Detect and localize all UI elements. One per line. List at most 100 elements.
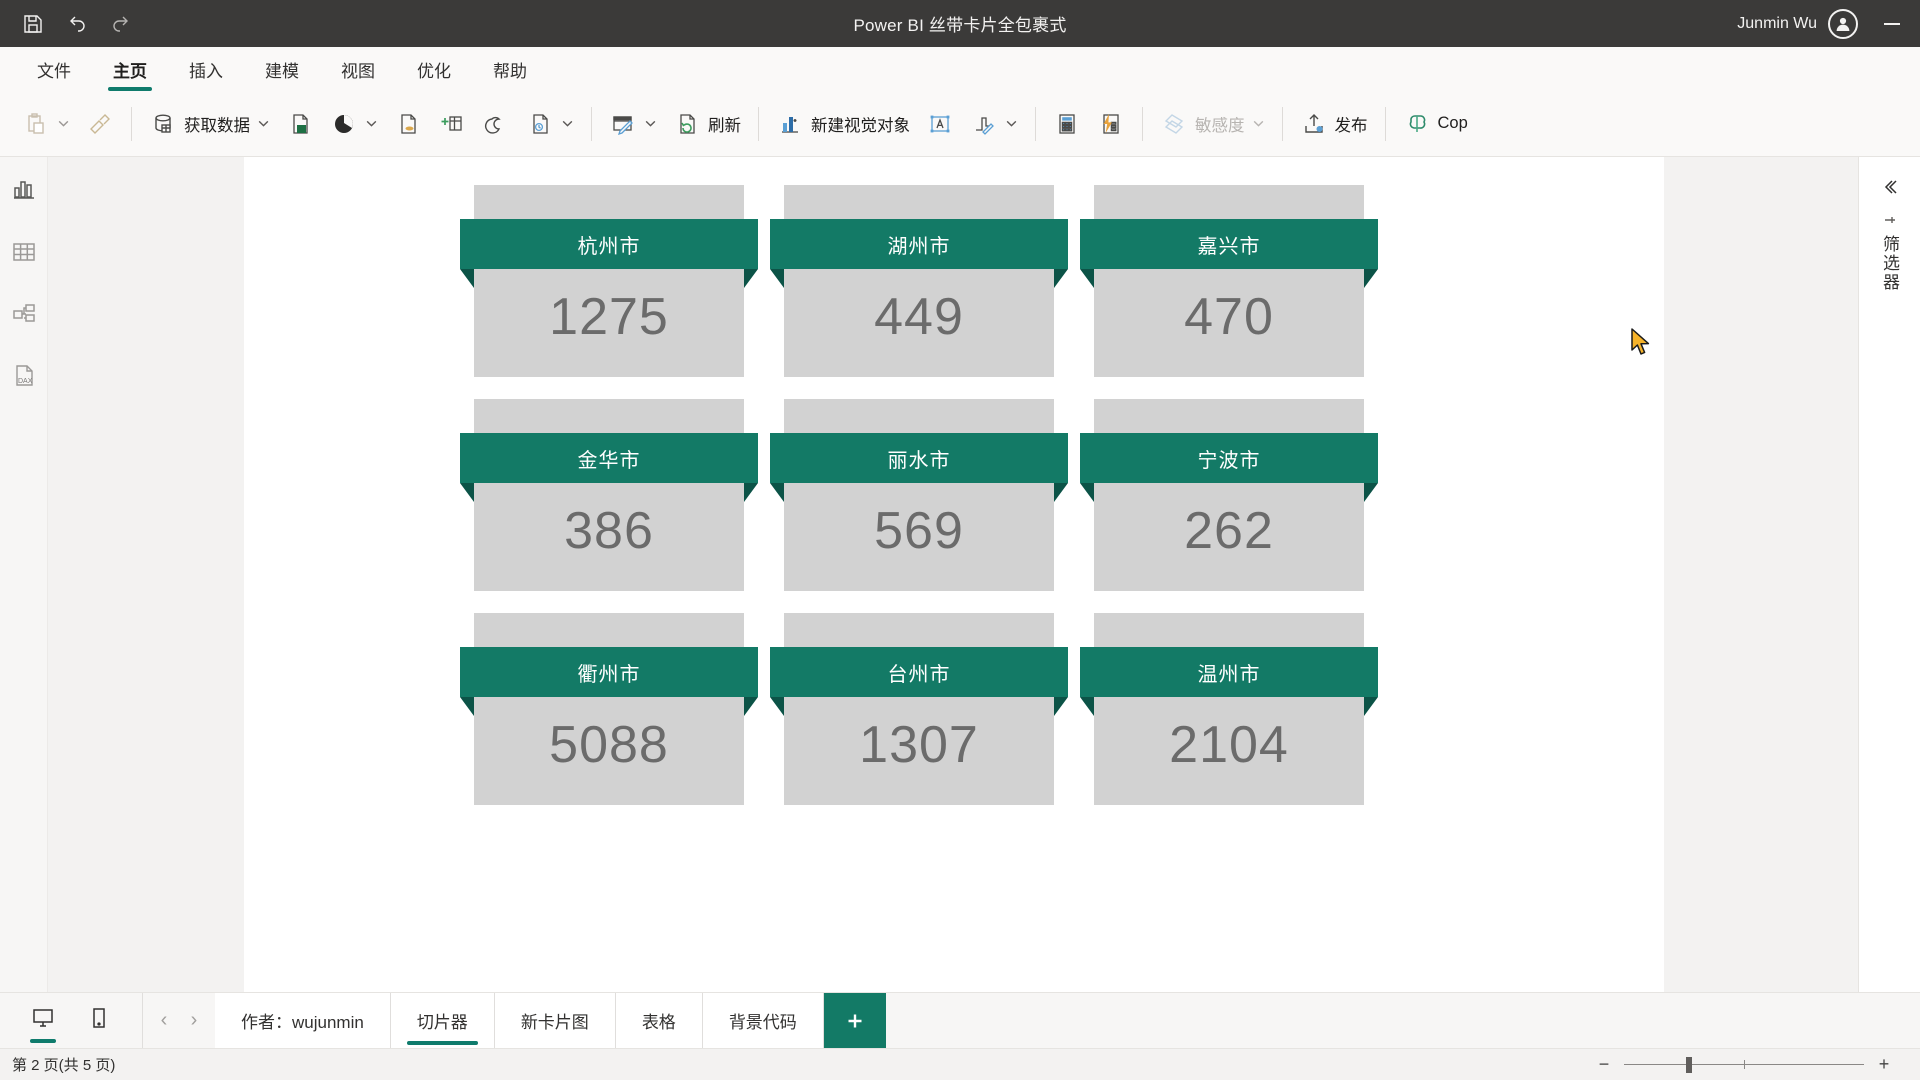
chevron-down-icon[interactable] bbox=[1252, 117, 1265, 130]
format-painter-icon bbox=[86, 110, 114, 138]
chevron-down-icon[interactable] bbox=[57, 117, 70, 130]
ribbon-card[interactable]: 湖州市 449 bbox=[770, 185, 1068, 377]
card-ribbon-banner: 温州市 bbox=[1080, 647, 1378, 697]
user-account[interactable]: Junmin Wu bbox=[1737, 8, 1864, 39]
new-measure-button[interactable] bbox=[1045, 100, 1089, 148]
sidebar-item-table-view[interactable] bbox=[7, 237, 41, 271]
chevron-down-icon[interactable] bbox=[1005, 117, 1018, 130]
ribbon-card[interactable]: 温州市 2104 bbox=[1080, 613, 1378, 805]
toolbar-divider bbox=[591, 106, 592, 141]
sql-server-button[interactable] bbox=[386, 100, 430, 148]
new-visual-label: 新建视觉对象 bbox=[811, 116, 910, 135]
ribbon-fold-right bbox=[1054, 483, 1068, 502]
previous-page-button[interactable]: ‹ bbox=[151, 1001, 177, 1041]
transform-data-icon bbox=[609, 110, 637, 138]
pin-icon[interactable] bbox=[1883, 215, 1897, 225]
enter-data-button[interactable] bbox=[430, 100, 474, 148]
zoom-slider-thumb[interactable] bbox=[1686, 1056, 1693, 1073]
dax-query-view-icon: DAX bbox=[11, 363, 37, 394]
model-view-icon bbox=[11, 301, 37, 332]
page-tab-slicer[interactable]: 切片器 bbox=[390, 993, 495, 1048]
ribbon-tab-insert[interactable]: 插入 bbox=[170, 47, 242, 91]
chevron-down-icon[interactable] bbox=[644, 117, 657, 130]
zoom-in-button[interactable]: + bbox=[1876, 1054, 1892, 1075]
add-page-button[interactable] bbox=[823, 993, 886, 1048]
zoom-slider[interactable] bbox=[1624, 1056, 1864, 1073]
undo-icon[interactable] bbox=[58, 7, 96, 41]
avatar[interactable] bbox=[1828, 8, 1858, 39]
recent-sources-button[interactable] bbox=[518, 100, 582, 148]
ribbon-tab-home[interactable]: 主页 bbox=[94, 47, 166, 91]
transform-data-button[interactable] bbox=[601, 100, 665, 148]
card-ribbon-banner: 湖州市 bbox=[770, 219, 1068, 269]
excel-workbook-button[interactable] bbox=[278, 100, 322, 148]
ribbon-fold-right bbox=[744, 697, 758, 716]
ribbon-fold-right bbox=[1054, 697, 1068, 716]
format-painter-button[interactable] bbox=[78, 100, 122, 148]
chevron-down-icon[interactable] bbox=[365, 117, 378, 130]
new-visual-button[interactable]: 新建视觉对象 bbox=[768, 100, 918, 148]
minimize-button[interactable] bbox=[1864, 0, 1920, 47]
report-page[interactable]: 杭州市 1275 湖州市 449 嘉兴市 470 金华市 386 丽水市 569… bbox=[244, 157, 1664, 992]
card-value: 470 bbox=[1184, 288, 1274, 346]
sidebar-item-report-view[interactable] bbox=[7, 175, 41, 209]
card-value: 1275 bbox=[549, 288, 669, 346]
get-data-button[interactable]: 获取数据 bbox=[141, 100, 278, 148]
ribbon-tab-strip: 文件 主页 插入 建模 视图 优化 帮助 bbox=[0, 47, 1920, 91]
redo-icon[interactable] bbox=[102, 7, 140, 41]
ribbon-card[interactable]: 金华市 386 bbox=[460, 399, 758, 591]
next-page-button[interactable]: › bbox=[181, 1001, 207, 1041]
refresh-button[interactable]: 刷新 bbox=[665, 100, 749, 148]
zoom-out-button[interactable]: − bbox=[1596, 1054, 1612, 1075]
publish-button[interactable]: 发布 bbox=[1292, 100, 1376, 148]
sidebar-item-model-view[interactable] bbox=[7, 299, 41, 333]
card-value: 386 bbox=[564, 502, 654, 560]
sensitivity-button[interactable]: 敏感度 bbox=[1152, 100, 1273, 148]
mobile-layout-button[interactable] bbox=[82, 1001, 116, 1041]
ribbon-tab-view[interactable]: 视图 bbox=[322, 47, 394, 91]
ribbon-card[interactable]: 宁波市 262 bbox=[1080, 399, 1378, 591]
page-tab-background-code[interactable]: 背景代码 bbox=[702, 993, 824, 1048]
text-box-button[interactable] bbox=[918, 100, 962, 148]
ribbon-card[interactable]: 杭州市 1275 bbox=[460, 185, 758, 377]
ribbon-card[interactable]: 嘉兴市 470 bbox=[1080, 185, 1378, 377]
paste-button[interactable] bbox=[14, 100, 78, 148]
quick-access-toolbar bbox=[0, 7, 140, 41]
publish-icon bbox=[1300, 110, 1328, 138]
ribbon-tab-modeling[interactable]: 建模 bbox=[246, 47, 318, 91]
copilot-button[interactable]: Cop bbox=[1395, 100, 1476, 148]
ribbon-card[interactable]: 台州市 1307 bbox=[770, 613, 1068, 805]
filters-pane-collapsed[interactable]: 筛选器 bbox=[1858, 157, 1920, 992]
title-bar: Power BI 丝带卡片全包裹式 Junmin Wu bbox=[0, 0, 1920, 47]
ribbon-card[interactable]: 衢州市 5088 bbox=[460, 613, 758, 805]
calculator-icon bbox=[1053, 110, 1081, 138]
chevron-down-icon[interactable] bbox=[561, 117, 574, 130]
card-title: 金华市 bbox=[577, 449, 641, 472]
page-tab-author[interactable]: 作者：wujunmin bbox=[215, 993, 391, 1048]
toolbar-divider bbox=[1035, 106, 1036, 141]
save-icon[interactable] bbox=[14, 7, 52, 41]
expand-filters-icon[interactable] bbox=[1874, 171, 1906, 203]
toolbar-divider bbox=[1142, 106, 1143, 141]
chevron-down-icon[interactable] bbox=[257, 117, 270, 130]
page-tab-new-card[interactable]: 新卡片图 bbox=[494, 993, 616, 1048]
desktop-layout-button[interactable] bbox=[26, 1001, 60, 1043]
new-visual-icon bbox=[776, 110, 804, 138]
sidebar-item-dax-query-view[interactable]: DAX bbox=[7, 361, 41, 395]
more-visuals-button[interactable] bbox=[962, 100, 1026, 148]
card-value: 262 bbox=[1184, 502, 1274, 560]
ribbon-card[interactable]: 丽水市 569 bbox=[770, 399, 1068, 591]
ribbon-fold-right bbox=[744, 269, 758, 288]
paste-icon bbox=[22, 110, 50, 138]
page-tab-table[interactable]: 表格 bbox=[615, 993, 703, 1048]
data-hub-icon bbox=[330, 110, 358, 138]
page-tab-bar: ‹ › 作者：wujunmin 切片器 新卡片图 表格 背景代码 bbox=[0, 992, 1920, 1048]
ribbon-tab-optimize[interactable]: 优化 bbox=[398, 47, 470, 91]
ribbon-fold-left bbox=[1080, 697, 1094, 716]
onelake-data-hub-button[interactable] bbox=[322, 100, 386, 148]
quick-measure-button[interactable] bbox=[1089, 100, 1133, 148]
ribbon-tab-help[interactable]: 帮助 bbox=[474, 47, 546, 91]
ribbon-tab-file[interactable]: 文件 bbox=[18, 47, 90, 91]
window-title: Power BI 丝带卡片全包裹式 bbox=[853, 16, 1067, 35]
dataverse-button[interactable] bbox=[474, 100, 518, 148]
